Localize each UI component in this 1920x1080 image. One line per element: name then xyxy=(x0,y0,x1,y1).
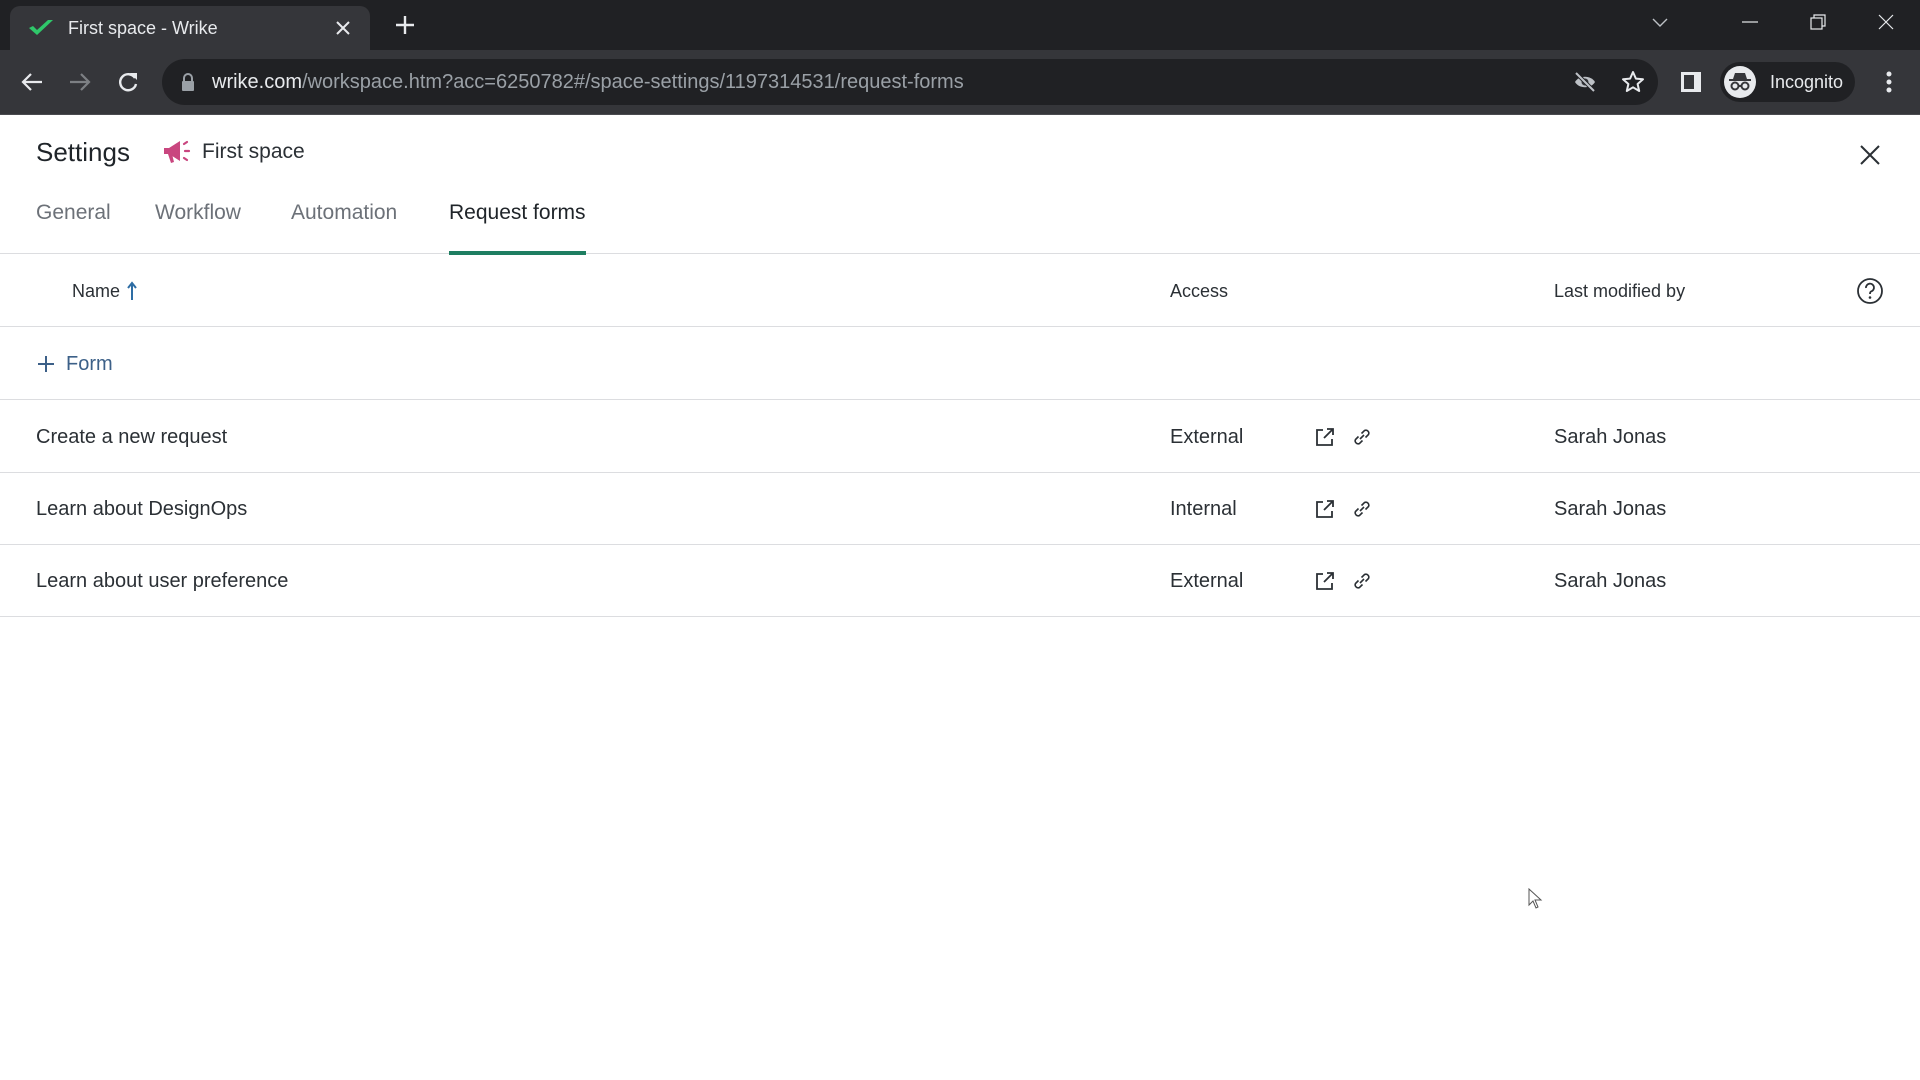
link-icon xyxy=(1354,573,1370,589)
back-button[interactable] xyxy=(14,64,50,100)
form-access: Internal xyxy=(1170,497,1237,520)
add-form-button[interactable]: Form xyxy=(36,328,113,400)
settings-header: Settings First space xyxy=(0,115,1920,185)
tab-strip: First space - Wrike xyxy=(0,0,1920,50)
copy-link-button[interactable] xyxy=(1350,425,1374,449)
table-row[interactable]: Learn about DesignOps Internal Sarah Jon… xyxy=(0,473,1920,545)
side-panel-button[interactable] xyxy=(1676,67,1706,97)
browser-toolbar: wrike.com/workspace.htm?acc=6250782#/spa… xyxy=(0,50,1920,115)
table-row[interactable]: Learn about user preference External Sar… xyxy=(0,545,1920,617)
chevron-down-icon xyxy=(1652,18,1668,27)
page-title: Settings xyxy=(36,137,130,167)
restore-icon xyxy=(1810,14,1826,30)
tab-automation[interactable]: Automation xyxy=(291,185,397,254)
tab-close-icon[interactable] xyxy=(330,15,356,41)
restore-button[interactable] xyxy=(1784,0,1852,44)
add-form-row: Form xyxy=(0,328,1920,400)
close-settings-button[interactable] xyxy=(1852,137,1888,173)
space-selector[interactable]: First space xyxy=(162,138,305,166)
tracking-protection-button[interactable] xyxy=(1570,67,1600,97)
sort-ascending-icon xyxy=(127,281,137,300)
url-host: wrike.com xyxy=(212,70,303,93)
arrow-left-icon xyxy=(21,73,42,91)
more-vertical-icon xyxy=(1886,71,1892,93)
tab-request-forms[interactable]: Request forms xyxy=(449,185,586,255)
browser-menu-button[interactable] xyxy=(1874,67,1904,97)
form-name: Learn about user preference xyxy=(36,569,289,592)
column-header-last-modified: Last modified by xyxy=(1554,280,1686,301)
url-text[interactable]: wrike.com/workspace.htm?acc=6250782#/spa… xyxy=(212,71,964,94)
help-icon[interactable] xyxy=(1856,277,1884,305)
space-name: First space xyxy=(202,140,305,163)
star-icon xyxy=(1622,71,1644,92)
table-row[interactable]: Create a new request External Sarah Jona… xyxy=(0,401,1920,473)
minimize-icon xyxy=(1742,21,1758,23)
browser-chrome: First space - Wrike wrike.com/workspace.… xyxy=(0,0,1920,115)
plus-icon xyxy=(38,356,54,372)
incognito-profile-button[interactable]: Incognito xyxy=(1720,62,1855,102)
tab-workflow[interactable]: Workflow xyxy=(155,185,241,254)
wrike-check-icon xyxy=(29,20,53,35)
tab-title: First space - Wrike xyxy=(68,17,218,38)
side-panel-icon xyxy=(1681,72,1701,92)
form-name: Create a new request xyxy=(36,425,228,448)
settings-tabs: General Workflow Automation Request form… xyxy=(0,185,1920,255)
last-modified-by: Sarah Jonas xyxy=(1554,497,1667,520)
reload-icon xyxy=(119,73,138,92)
external-link-icon xyxy=(1316,572,1334,590)
window-close-button[interactable] xyxy=(1852,0,1920,44)
form-access: External xyxy=(1170,569,1244,592)
column-name-label: Name xyxy=(72,280,121,301)
bookmark-star-button[interactable] xyxy=(1618,67,1648,97)
megaphone-icon xyxy=(164,140,191,163)
tab-general[interactable]: General xyxy=(36,185,111,254)
external-link-icon xyxy=(1316,428,1334,446)
address-bar[interactable]: wrike.com/workspace.htm?acc=6250782#/spa… xyxy=(162,59,1658,105)
form-name: Learn about DesignOps xyxy=(36,497,248,520)
omnibox-actions xyxy=(1570,59,1648,105)
add-form-label: Form xyxy=(66,352,113,375)
last-modified-by: Sarah Jonas xyxy=(1554,425,1667,448)
last-modified-by: Sarah Jonas xyxy=(1554,569,1667,592)
plus-icon xyxy=(396,16,414,34)
copy-link-button[interactable] xyxy=(1350,569,1374,593)
open-form-button[interactable] xyxy=(1313,497,1337,521)
link-icon xyxy=(1354,429,1370,445)
link-icon xyxy=(1354,501,1370,517)
eye-off-icon xyxy=(1574,71,1596,93)
incognito-label: Incognito xyxy=(1770,71,1844,92)
reload-button[interactable] xyxy=(110,64,146,100)
lock-icon xyxy=(182,73,194,91)
copy-link-button[interactable] xyxy=(1350,497,1374,521)
minimize-button[interactable] xyxy=(1716,0,1784,44)
tab-search-button[interactable] xyxy=(1640,8,1680,38)
open-form-button[interactable] xyxy=(1313,569,1337,593)
column-header-name[interactable]: Name xyxy=(72,255,138,327)
close-icon xyxy=(1878,14,1894,30)
new-tab-button[interactable] xyxy=(390,12,420,42)
column-header-access: Access xyxy=(1170,280,1229,301)
close-icon xyxy=(1860,145,1880,165)
external-link-icon xyxy=(1316,500,1334,518)
url-path: /workspace.htm?acc=6250782#/space-settin… xyxy=(302,70,964,93)
incognito-icon xyxy=(1724,66,1756,98)
table-header: Name Access Last modified by xyxy=(0,255,1920,327)
forward-button[interactable] xyxy=(62,64,98,100)
settings-page: Settings First space General Workflow Au… xyxy=(0,115,1920,1080)
open-form-button[interactable] xyxy=(1313,425,1337,449)
arrow-right-icon xyxy=(70,73,91,91)
browser-tab[interactable]: First space - Wrike xyxy=(10,6,370,50)
window-controls xyxy=(1716,0,1920,44)
form-access: External xyxy=(1170,425,1244,448)
